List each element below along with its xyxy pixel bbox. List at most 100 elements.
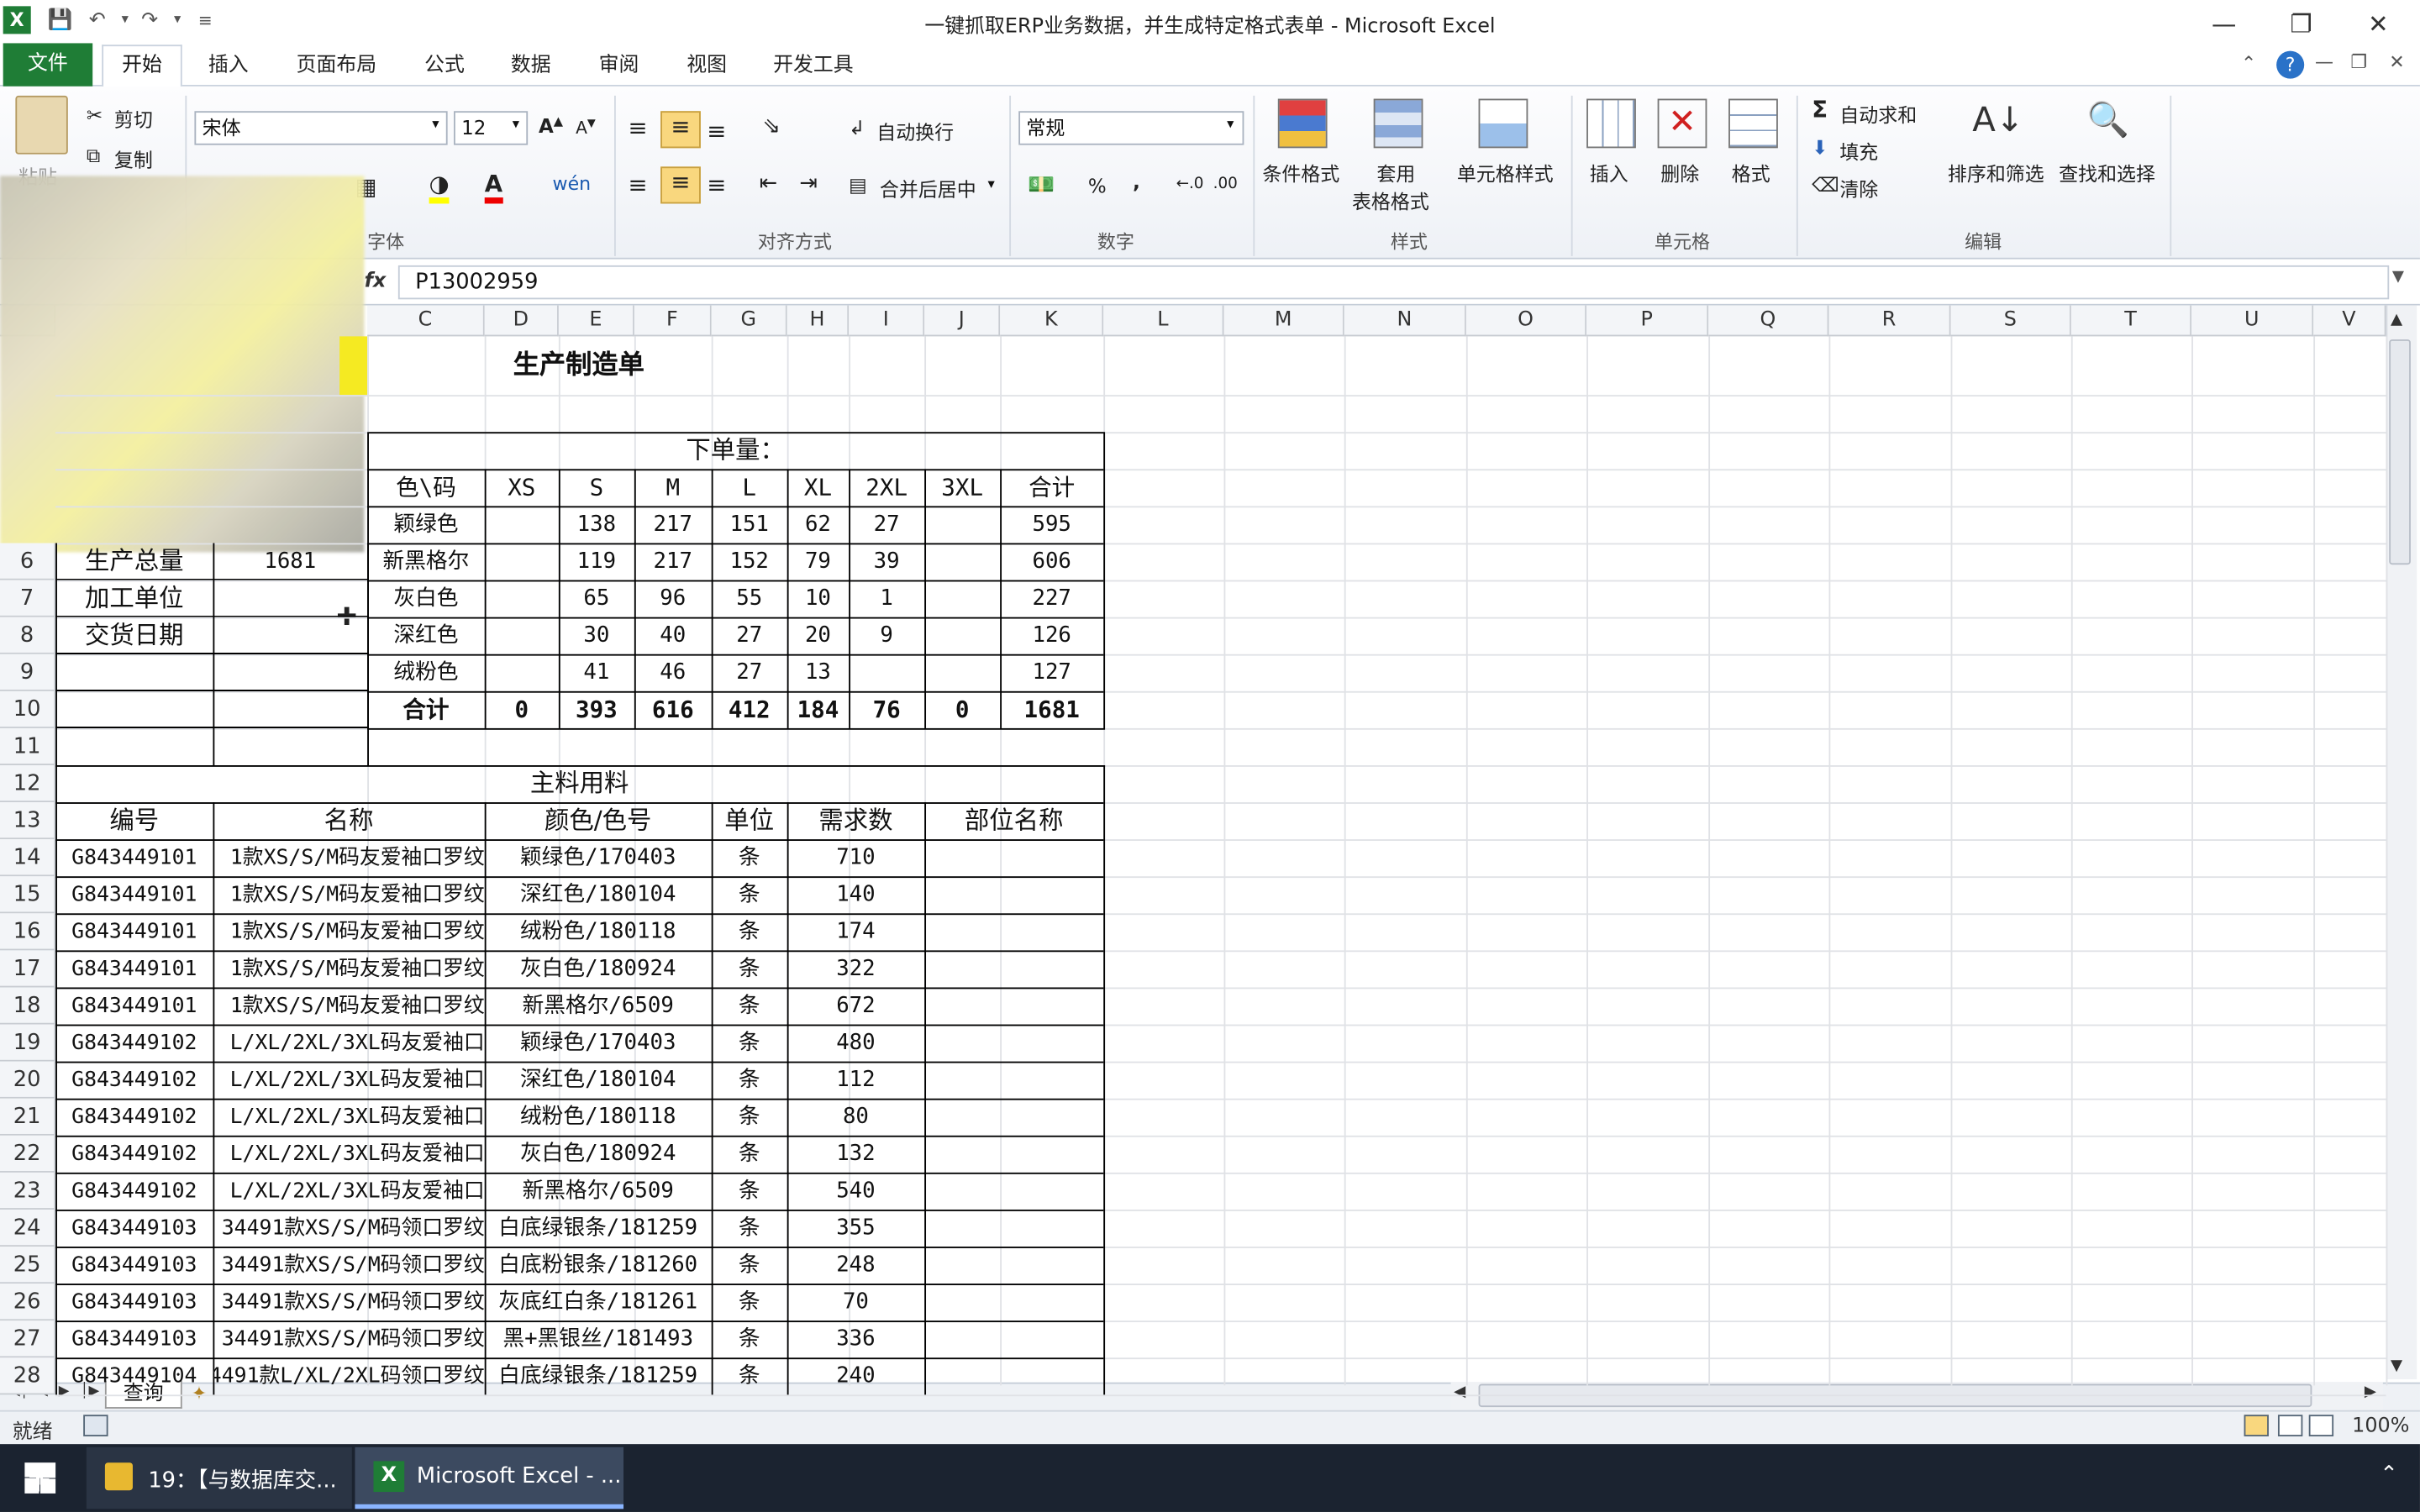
materials-cell[interactable]: L/XL/2XL/3XL码友爱袖口 [213, 1099, 485, 1136]
page-break-view-icon[interactable] [2308, 1415, 2334, 1436]
order-cell[interactable]: 46 [634, 654, 712, 691]
sort-filter-icon[interactable]: A↓ [1972, 99, 2024, 149]
format-cells-button[interactable]: 格式 [1732, 157, 1770, 186]
align-middle-icon[interactable]: ≡ [660, 111, 701, 149]
materials-cell[interactable]: 灰白色/180924 [485, 950, 712, 987]
column-header[interactable]: J [924, 305, 1001, 337]
materials-cell[interactable]: 深红色/180104 [485, 876, 712, 913]
materials-cell[interactable]: 条 [712, 1247, 787, 1284]
materials-cell[interactable]: 710 [787, 839, 924, 876]
zoom-level[interactable]: 100% [2352, 1415, 2409, 1438]
row-header[interactable]: 6 [0, 543, 56, 580]
chevron-down-icon[interactable]: ▾ [513, 118, 519, 133]
order-total-cell[interactable]: 393 [559, 691, 634, 728]
materials-cell[interactable]: 条 [712, 913, 787, 950]
row-header[interactable]: 15 [0, 876, 56, 914]
delete-cells-button[interactable]: 删除 [1660, 157, 1699, 186]
row-header[interactable]: 28 [0, 1357, 56, 1395]
row-header[interactable]: 7 [0, 580, 56, 617]
materials-cell[interactable]: G843449103 [55, 1210, 213, 1247]
materials-cell[interactable]: 条 [712, 987, 787, 1024]
chevron-down-icon[interactable]: ▾ [432, 118, 439, 133]
shrink-font-icon[interactable]: A▼ [576, 118, 596, 139]
currency-icon[interactable]: 💵 [1028, 173, 1055, 197]
format-as-table-icon[interactable] [1373, 98, 1423, 149]
materials-cell[interactable]: 240 [787, 1357, 924, 1394]
scroll-up-icon[interactable]: ▲ [2391, 312, 2402, 328]
materials-cell[interactable]: 灰底红白条/181261 [485, 1284, 712, 1320]
materials-cell[interactable]: G843449101 [55, 987, 213, 1024]
materials-cell[interactable]: 条 [712, 1062, 787, 1099]
font-name-select[interactable]: 宋体 [194, 111, 448, 145]
comma-button[interactable]: , [1133, 170, 1140, 193]
order-cell[interactable]: 606 [1000, 543, 1103, 580]
tab-data[interactable]: 数据 [500, 46, 561, 87]
order-cell[interactable]: 30 [559, 617, 634, 654]
materials-cell[interactable]: 绒粉色/180118 [485, 1099, 712, 1136]
materials-cell[interactable]: 140 [787, 876, 924, 913]
column-header[interactable]: C [367, 305, 485, 337]
order-total-cell[interactable]: 合计 [367, 691, 485, 728]
phonetic-icon[interactable]: wén [553, 173, 592, 195]
ribbon-minimize-icon[interactable]: ⌃ [2241, 52, 2256, 74]
order-cell[interactable]: 新黑格尔 [367, 543, 485, 580]
materials-cell[interactable]: 34491款XS/S/M码领口罗纹 [213, 1284, 485, 1320]
merge-center-button[interactable]: 合并后居中 [880, 173, 976, 202]
materials-cell[interactable]: 绒粉色/180118 [485, 913, 712, 950]
tab-formulas[interactable]: 公式 [413, 46, 475, 87]
materials-cell[interactable]: 248 [787, 1247, 924, 1284]
orientation-icon[interactable]: ⇘ [762, 114, 781, 139]
copy-icon[interactable]: ⧉ [87, 144, 100, 168]
order-cell[interactable]: 227 [1000, 580, 1103, 617]
materials-cell[interactable]: 80 [787, 1099, 924, 1136]
materials-cell[interactable]: 灰白色/180924 [485, 1136, 712, 1173]
materials-cell[interactable]: 540 [787, 1173, 924, 1210]
cut-icon[interactable]: ✂ [87, 103, 103, 127]
materials-cell[interactable]: 1款XS/S/M码友爱袖口罗纹 [213, 839, 485, 876]
materials-cell[interactable]: G843449104 [55, 1357, 213, 1394]
materials-cell[interactable]: G843449102 [55, 1136, 213, 1173]
materials-cell[interactable]: G843449102 [55, 1173, 213, 1210]
materials-cell[interactable]: 白底绿银条/181259 [485, 1357, 712, 1394]
minimize-icon[interactable]: — [2201, 6, 2247, 39]
materials-cell[interactable]: G843449101 [55, 913, 213, 950]
materials-cell[interactable]: 条 [712, 1173, 787, 1210]
selected-cell-yellow[interactable] [339, 336, 368, 396]
chevron-down-icon[interactable]: ▾ [1227, 118, 1234, 133]
clear-icon[interactable]: ⌫ [1812, 173, 1839, 197]
order-cell[interactable]: 151 [712, 506, 787, 543]
materials-cell[interactable]: 白底绿银条/181259 [485, 1210, 712, 1247]
order-total-cell[interactable]: 0 [485, 691, 559, 728]
number-format-select[interactable]: 常规 [1018, 111, 1244, 145]
workbook-restore-icon[interactable]: ❐ [2350, 51, 2367, 73]
materials-cell[interactable]: 1款XS/S/M码友爱袖口罗纹 [213, 950, 485, 987]
row-header[interactable]: 20 [0, 1061, 56, 1099]
grow-font-icon[interactable]: A▲ [539, 114, 563, 138]
autosum-button[interactable]: 自动求和 [1839, 99, 1917, 129]
increase-indent-icon[interactable]: ⇥ [799, 171, 818, 196]
align-right-icon[interactable]: ≡ [707, 171, 726, 199]
row-header[interactable]: 16 [0, 913, 56, 951]
materials-cell[interactable]: G843449102 [55, 1062, 213, 1099]
align-left-icon[interactable]: ≡ [629, 171, 648, 199]
help-icon[interactable]: ? [2276, 50, 2305, 79]
materials-cell[interactable]: 34491款XS/S/M码领口罗纹 [213, 1210, 485, 1247]
column-header[interactable]: T [2070, 305, 2192, 337]
format-as-table-button-2[interactable]: 表格格式 [1352, 185, 1429, 214]
order-cell[interactable]: 39 [849, 543, 924, 580]
materials-cell[interactable]: 深红色/180104 [485, 1062, 712, 1099]
materials-cell[interactable]: 4491款L/XL/2XL码领口罗纹 [213, 1357, 484, 1394]
row-header[interactable]: 13 [0, 802, 56, 840]
close-icon[interactable]: ✕ [2355, 6, 2402, 39]
paste-icon[interactable] [15, 95, 68, 155]
order-cell[interactable]: 绒粉色 [367, 654, 485, 691]
row-header[interactable]: 12 [0, 765, 56, 803]
increase-decimal-icon[interactable]: ←.0 [1176, 176, 1204, 192]
order-total-cell[interactable]: 1681 [1000, 691, 1103, 728]
column-header[interactable]: F [634, 305, 712, 337]
row-header[interactable]: 22 [0, 1135, 56, 1173]
conditional-format-icon[interactable] [1277, 98, 1328, 149]
conditional-format-button[interactable]: 条件格式 [1262, 157, 1339, 186]
column-header[interactable]: V [2313, 305, 2386, 337]
tab-file[interactable]: 文件 [3, 43, 93, 87]
